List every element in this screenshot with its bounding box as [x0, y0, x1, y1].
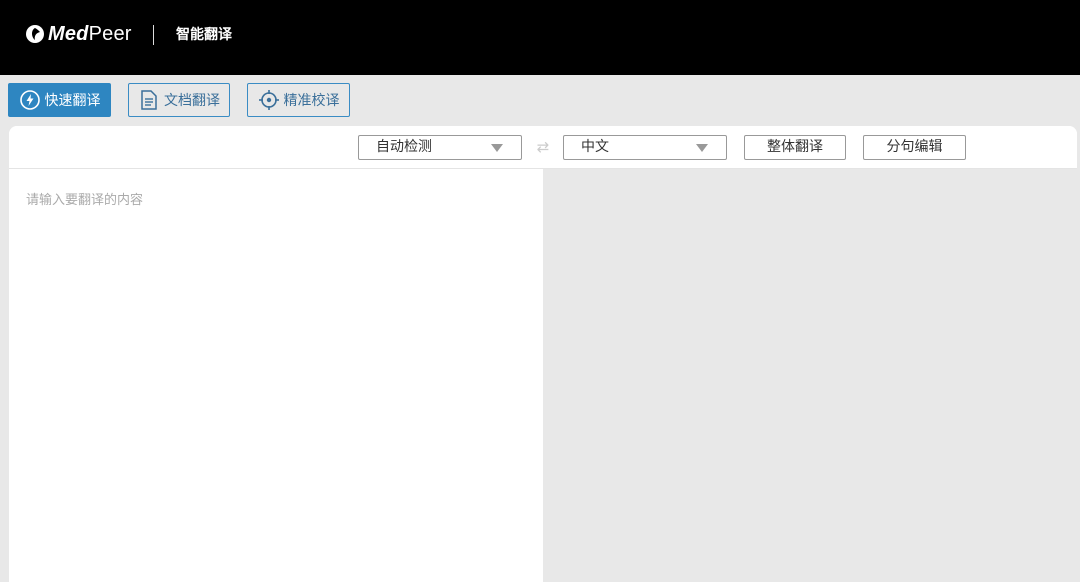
- source-language-value: 自动检测: [376, 139, 432, 155]
- precise-proofread-label: 精准校译: [283, 93, 340, 109]
- source-language-caret-icon: [491, 144, 503, 152]
- logo-text-med: Med: [48, 22, 89, 45]
- translation-output-area: [543, 169, 1077, 582]
- top-header: MedPeer 智能翻译: [0, 0, 1080, 75]
- swap-arrows-icon[interactable]: ⇄: [534, 138, 552, 156]
- document-translate-label: 文档翻译: [164, 93, 220, 109]
- medpeer-logo[interactable]: MedPeer: [25, 21, 132, 47]
- quick-translate-label: 快速翻译: [44, 93, 101, 109]
- translation-panel: 自动检测 ⇄ 中文 整体翻译 分句编辑: [9, 126, 1077, 582]
- document-icon: [141, 90, 157, 110]
- sentence-edit-button[interactable]: 分句编辑: [863, 135, 966, 160]
- crosshair-icon: [258, 90, 279, 110]
- logo-text: MedPeer: [48, 23, 132, 46]
- whole-translate-button[interactable]: 整体翻译: [744, 135, 846, 160]
- logo-text-peer: Peer: [88, 22, 132, 45]
- target-language-value: 中文: [581, 139, 609, 155]
- target-language-select[interactable]: 中文: [563, 135, 727, 160]
- header-divider: [153, 25, 154, 45]
- source-input-area: [9, 169, 543, 582]
- medpeer-logo-icon: [26, 25, 44, 43]
- document-translate-button[interactable]: 文档翻译: [128, 83, 230, 117]
- quick-translate-button[interactable]: 快速翻译: [8, 83, 111, 117]
- translation-toolbar: 自动检测 ⇄ 中文 整体翻译 分句编辑: [9, 126, 1077, 169]
- source-text-input[interactable]: [9, 169, 543, 582]
- precise-proofread-button[interactable]: 精准校译: [247, 83, 350, 117]
- lightning-icon: [19, 90, 40, 110]
- target-language-caret-icon: [696, 144, 708, 152]
- source-language-select[interactable]: 自动检测: [358, 135, 522, 160]
- app-title: 智能翻译: [176, 27, 232, 43]
